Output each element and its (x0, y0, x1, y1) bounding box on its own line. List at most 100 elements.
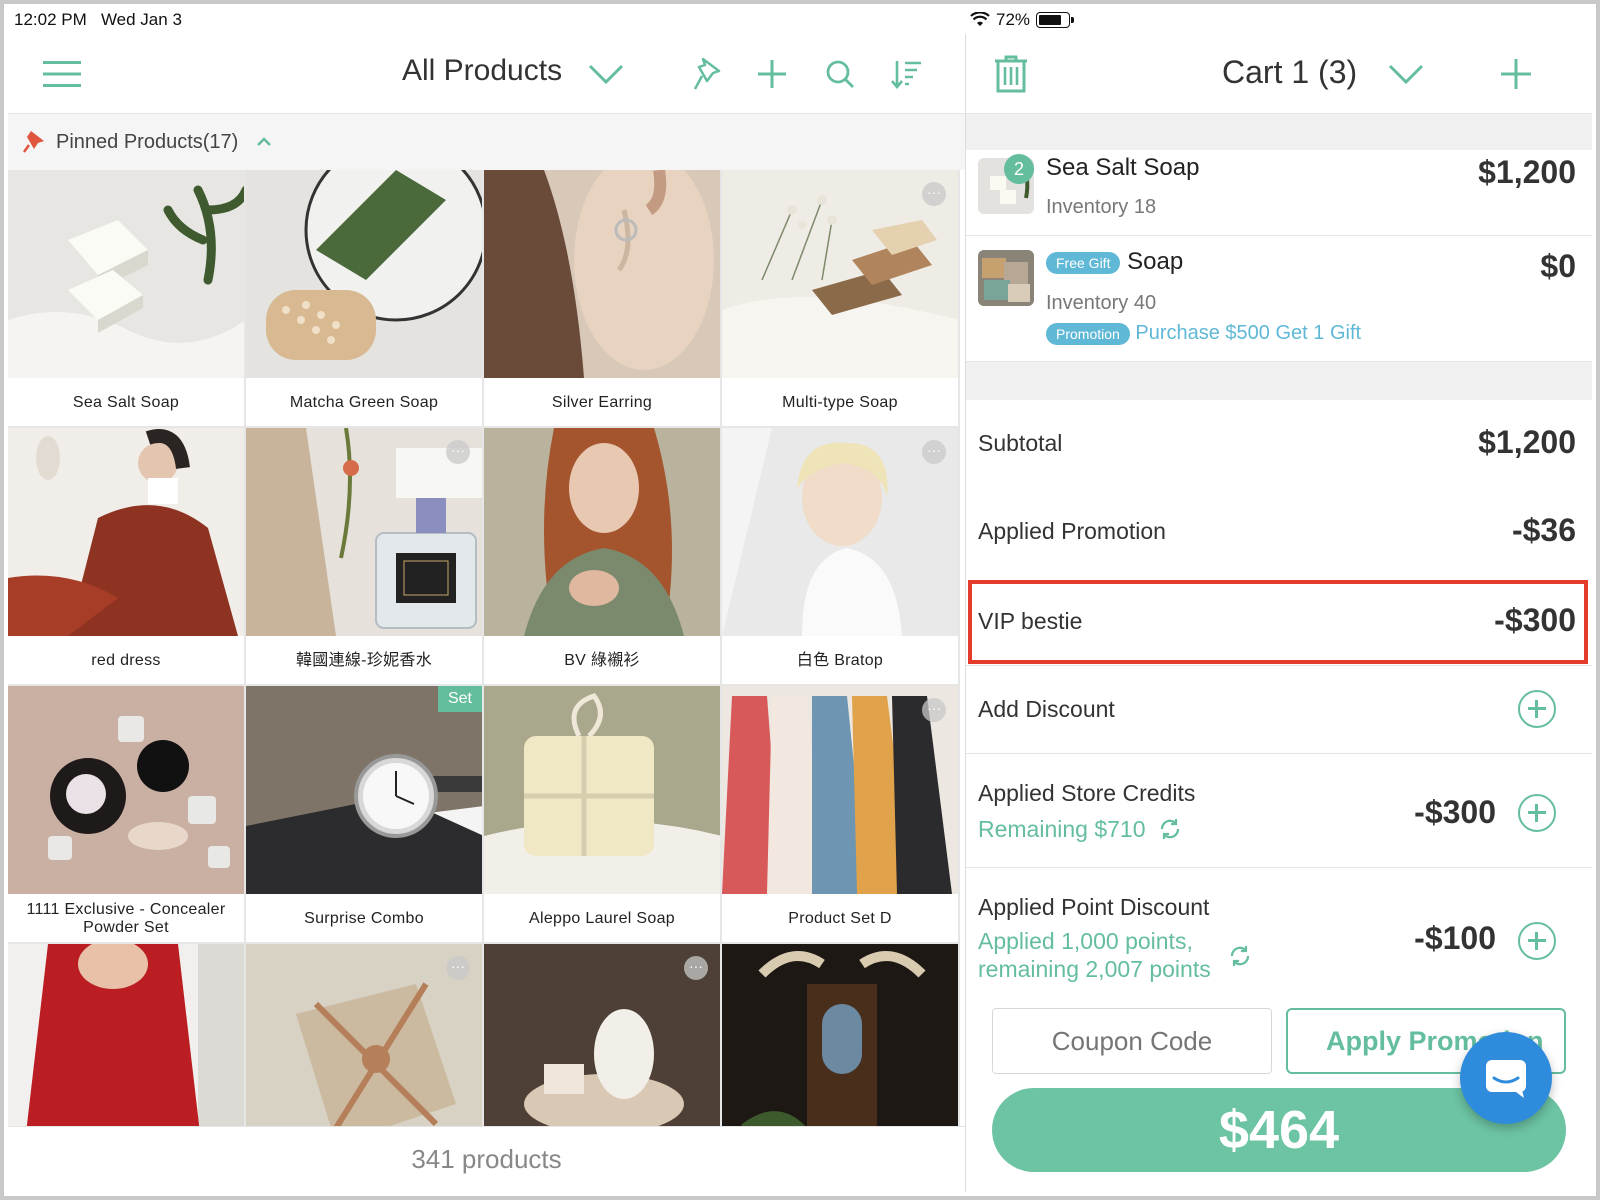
highlight-box (968, 580, 1588, 664)
chevron-down-icon[interactable] (1386, 56, 1426, 92)
coupon-code-input[interactable] (992, 1008, 1272, 1074)
add-discount-row[interactable]: Add Discount (966, 666, 1592, 754)
store-credits-row[interactable]: Applied Store Credits Remaining $710 -$3… (966, 754, 1592, 868)
point-discount-row[interactable]: Applied Point Discount Applied 1,000 poi… (966, 868, 1592, 984)
product-image (484, 686, 720, 894)
product-count: 341 products (8, 1126, 965, 1192)
cart-title: Cart 1 (3) (1222, 54, 1358, 90)
more-options-icon[interactable]: ··· (446, 440, 470, 464)
item-thumbnail (978, 250, 1034, 306)
products-header: All Products (8, 34, 965, 114)
product-image (8, 686, 244, 894)
item-inventory: Inventory 18 (1046, 196, 1157, 218)
product-image (722, 944, 958, 1136)
store-credits-remaining: Remaining $710 (978, 816, 1182, 843)
product-tile[interactable] (8, 944, 246, 1136)
add-icon[interactable] (752, 54, 792, 94)
subtotal-value: $1,200 (1478, 424, 1576, 460)
add-discount-icon[interactable] (1518, 690, 1556, 728)
product-name: 韓國連線-珍妮香水 (295, 652, 433, 669)
product-grid: Sea Salt Soap Matcha Green Soap Silver E… (8, 170, 966, 1136)
app-frame: 12:02 PM Wed Jan 3 72% All Products Pinn… (0, 0, 1600, 1200)
product-image (8, 170, 244, 378)
refresh-icon[interactable] (1228, 944, 1252, 968)
page-title: All Products (402, 54, 563, 87)
promotion-label: Applied Promotion (978, 518, 1166, 544)
item-name: Sea Salt Soap (1046, 154, 1200, 181)
point-discount-value: -$100 (1414, 920, 1496, 956)
product-image (722, 428, 958, 636)
product-name: Aleppo Laurel Soap (529, 910, 675, 927)
product-image (246, 170, 482, 378)
subtotal-row: Subtotal $1,200 (966, 400, 1592, 488)
add-point-discount-icon[interactable] (1518, 922, 1556, 960)
quantity-badge: 2 (1004, 154, 1034, 184)
chevron-down-icon[interactable] (586, 56, 626, 92)
point-discount-label: Applied Point Discount (978, 894, 1210, 920)
more-options-icon[interactable]: ··· (684, 956, 708, 980)
product-tile[interactable]: Aleppo Laurel Soap (484, 686, 722, 944)
add-discount-label: Add Discount (978, 696, 1115, 722)
more-options-icon[interactable]: ··· (922, 440, 946, 464)
product-tile[interactable]: ··· 白色 Bratop (722, 428, 960, 686)
store-credits-value: -$300 (1414, 794, 1496, 830)
product-tile[interactable]: ··· Multi-type Soap (722, 170, 960, 428)
product-tile[interactable]: BV 綠襯衫 (484, 428, 722, 686)
cart-header: Cart 1 (3) (966, 34, 1592, 114)
pinned-label: Pinned Products(17) (56, 130, 239, 153)
pin-filled-icon (22, 131, 44, 153)
refresh-icon[interactable] (1158, 817, 1182, 841)
product-image (484, 170, 720, 378)
wifi-icon (970, 12, 990, 26)
product-tile[interactable] (722, 944, 960, 1136)
product-tile[interactable]: 1111 Exclusive - Concealer Powder Set (8, 686, 246, 944)
product-image (246, 428, 482, 636)
product-name: Matcha Green Soap (289, 394, 439, 411)
applied-promotion-row: Applied Promotion -$36 (966, 488, 1592, 576)
separator (966, 362, 1592, 400)
battery-icon (1036, 12, 1075, 28)
product-tile[interactable]: Matcha Green Soap (246, 170, 484, 428)
product-tile[interactable]: ··· (246, 944, 484, 1136)
status-time: 12:02 PM Wed Jan 3 (14, 10, 182, 29)
cart-item[interactable]: Free Gift Soap Inventory 40 Promotion Pu… (966, 236, 1592, 362)
item-inventory: Inventory 40 (1046, 292, 1157, 314)
item-price: $1,200 (1478, 154, 1576, 190)
product-name: Surprise Combo (304, 910, 424, 927)
promotion-tag: Promotion (1046, 322, 1130, 345)
chevron-up-icon[interactable] (256, 137, 272, 147)
free-gift-tag: Free Gift (1046, 251, 1121, 274)
sort-icon[interactable] (886, 54, 926, 94)
chat-support-button[interactable] (1460, 1032, 1552, 1124)
product-tile[interactable]: Set Surprise Combo (246, 686, 484, 944)
product-name: 白色 Bratop (796, 652, 884, 669)
menu-icon[interactable] (42, 54, 82, 94)
add-store-credits-icon[interactable] (1518, 794, 1556, 832)
trash-icon[interactable] (990, 52, 1032, 96)
product-image (8, 944, 244, 1136)
item-name-row: Free Gift Soap (1046, 248, 1183, 276)
pin-icon[interactable] (688, 54, 728, 94)
product-tile[interactable]: Silver Earring (484, 170, 722, 428)
promotion-text: Purchase $500 Get 1 Gift (1135, 322, 1362, 344)
separator (966, 114, 1592, 150)
add-cart-icon[interactable] (1496, 54, 1536, 94)
promotion-row[interactable]: Promotion Purchase $500 Get 1 Gift (1046, 322, 1361, 345)
store-credits-label: Applied Store Credits (978, 780, 1196, 806)
subtotal-label: Subtotal (978, 430, 1063, 456)
product-tile[interactable]: ··· 韓國連線-珍妮香水 (246, 428, 484, 686)
search-icon[interactable] (820, 54, 860, 94)
product-tile[interactable]: ··· (484, 944, 722, 1136)
pinned-products-bar[interactable]: Pinned Products(17) (8, 114, 965, 170)
cart-item[interactable]: 2 Sea Salt Soap Inventory 18 $1,200 (966, 150, 1592, 236)
product-name: Silver Earring (551, 394, 653, 411)
more-options-icon[interactable]: ··· (922, 698, 946, 722)
chat-icon (1486, 1060, 1526, 1098)
product-tile[interactable]: ··· Product Set D (722, 686, 960, 944)
more-options-icon[interactable]: ··· (446, 956, 470, 980)
product-tile[interactable]: red dress (8, 428, 246, 686)
checkout-area: Apply Promotion $464 (966, 984, 1592, 1192)
product-tile[interactable]: Sea Salt Soap (8, 170, 246, 428)
product-name: Sea Salt Soap (72, 394, 180, 411)
more-options-icon[interactable]: ··· (922, 182, 946, 206)
